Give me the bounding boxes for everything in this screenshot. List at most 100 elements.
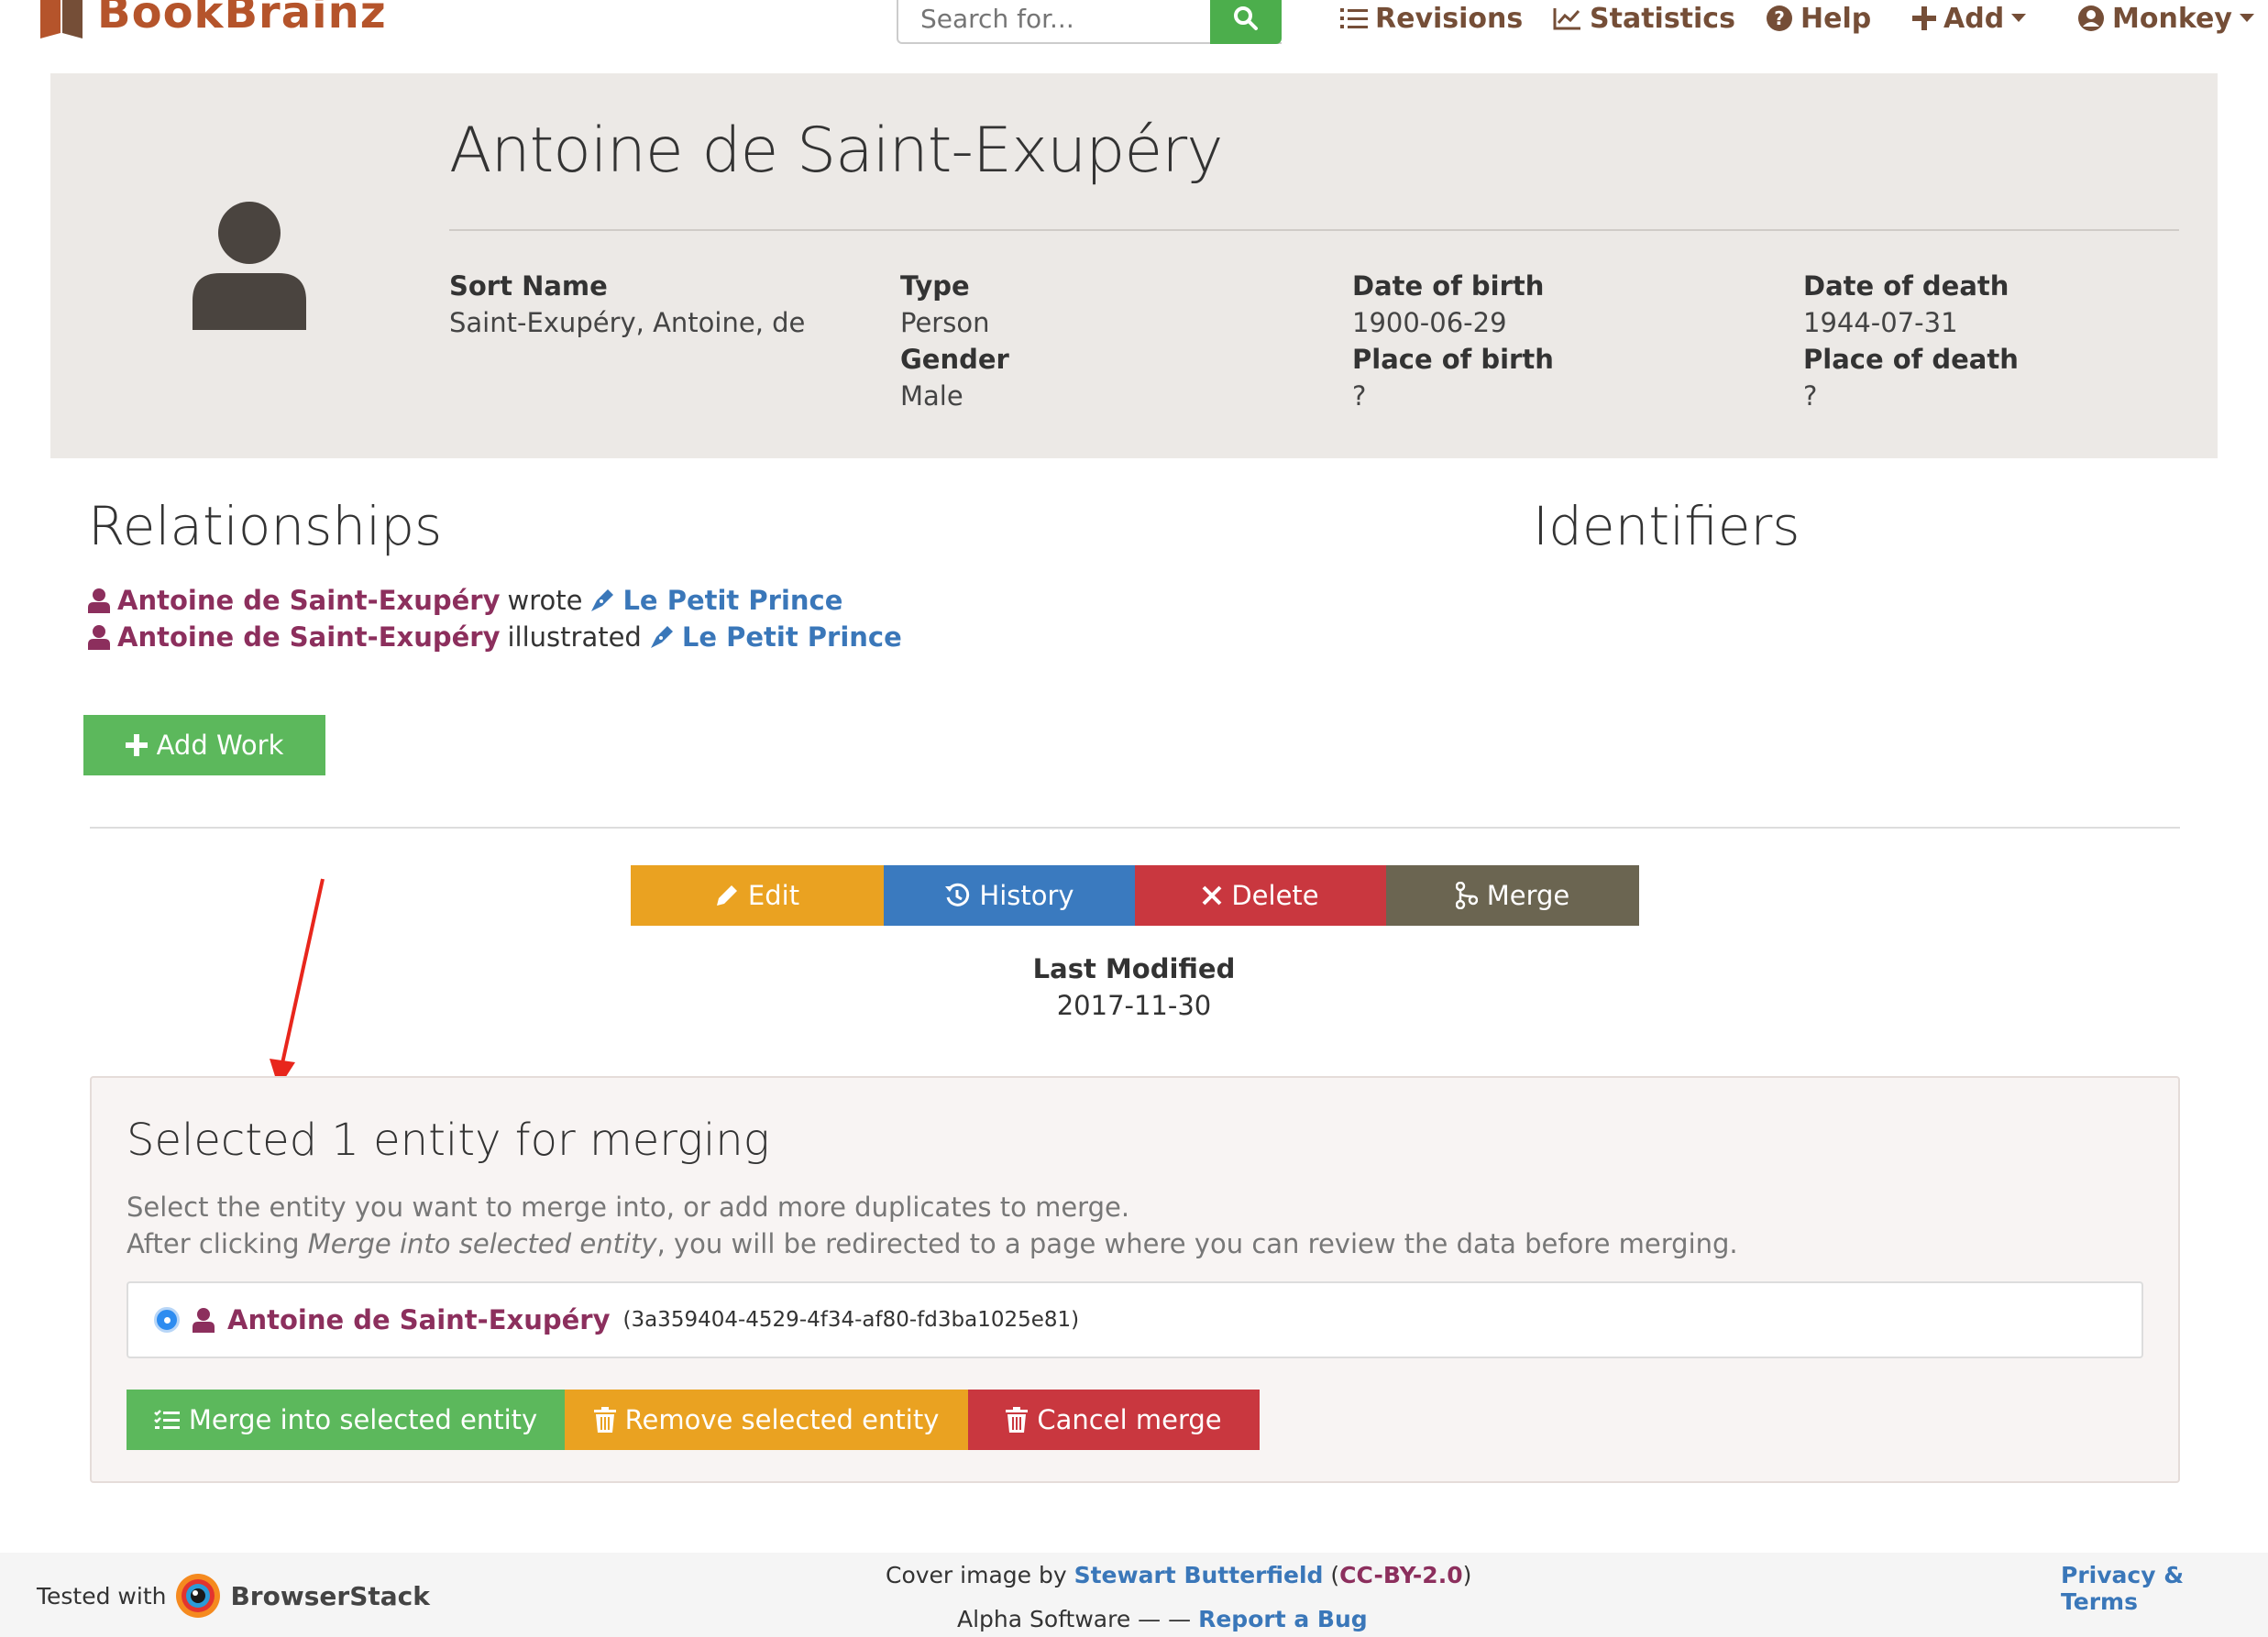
merge-entity-link[interactable]: Antoine de Saint-Exupéry — [227, 1304, 610, 1335]
nav-add-label: Add — [1943, 2, 2005, 35]
pod-value: ? — [1803, 380, 1818, 412]
history-icon — [945, 883, 970, 906]
alpha-text: Alpha Software — — — [957, 1606, 1192, 1632]
search-button[interactable] — [1210, 0, 1282, 44]
merge-description: Select the entity you want to merge into… — [127, 1192, 1130, 1223]
cancel-merge-button[interactable]: Cancel merge — [968, 1390, 1260, 1450]
merge-label: Merge — [1486, 880, 1570, 911]
browserstack-name[interactable]: BrowserStack — [230, 1581, 429, 1611]
relationship-entity-link[interactable]: Antoine de Saint-Exupéry — [117, 585, 500, 616]
delete-button[interactable]: Delete — [1135, 865, 1386, 926]
dod-label: Date of death — [1803, 270, 2009, 302]
edit-label: Edit — [747, 880, 800, 911]
cover-author-link[interactable]: Stewart Butterfield — [1074, 1562, 1324, 1588]
last-modified-value: 2017-11-30 — [1056, 990, 1212, 1021]
relationship-row: Antoine de Saint-Exupéry illustrated Le … — [88, 621, 902, 653]
title-divider — [449, 229, 2179, 231]
caret-down-icon — [2011, 14, 2027, 22]
relationship-work-link[interactable]: Le Petit Prince — [622, 585, 842, 616]
person-avatar-icon — [193, 202, 306, 330]
nav-user[interactable]: Monkey — [2077, 0, 2254, 37]
cover-credit: Cover image by Stewart Butterfield (CC-B… — [886, 1562, 1471, 1588]
caret-down-icon — [2239, 14, 2254, 22]
identifiers-heading: Identifiers — [1533, 495, 1800, 557]
sort-name-value: Saint-Exupéry, Antoine, de — [449, 307, 806, 338]
pob-label: Place of birth — [1352, 344, 1554, 375]
merge-instructions-suffix: , you will be redirected to a page where… — [656, 1228, 1738, 1259]
last-modified-label: Last Modified — [1032, 953, 1236, 984]
dod-value: 1944-07-31 — [1803, 307, 1958, 338]
alpha-line: Alpha Software — — Report a Bug — [957, 1606, 1368, 1632]
cancel-merge-label: Cancel merge — [1037, 1404, 1222, 1435]
relationship-verb: illustrated — [507, 621, 642, 653]
person-icon — [193, 1308, 215, 1333]
page-title: Antoine de Saint-Exupéry — [449, 115, 1223, 187]
cover-license-paren-close: ) — [1462, 1562, 1472, 1588]
plus-icon — [125, 734, 148, 756]
relationship-entity-link[interactable]: Antoine de Saint-Exupéry — [117, 621, 500, 653]
tested-with: Tested with BrowserStack — [37, 1573, 430, 1619]
merge-panel-title: Selected 1 entity for merging — [127, 1115, 770, 1166]
gender-label: Gender — [900, 344, 1009, 375]
trash-icon — [1006, 1407, 1029, 1433]
relationship-work-link[interactable]: Le Petit Prince — [682, 621, 902, 653]
merge-into-selected-button[interactable]: Merge into selected entity — [127, 1390, 565, 1450]
type-label: Type — [900, 270, 970, 302]
pen-nib-icon — [591, 589, 614, 611]
tested-with-label: Tested with — [37, 1582, 167, 1610]
nav-add[interactable]: Add — [1912, 0, 2027, 37]
cover-license-link[interactable]: CC-BY-2.0 — [1339, 1562, 1462, 1588]
section-divider — [90, 827, 2180, 829]
remove-selected-button[interactable]: Remove selected entity — [565, 1390, 968, 1450]
tasks-icon — [153, 1410, 180, 1429]
code-fork-icon — [1455, 882, 1478, 909]
close-icon — [1202, 885, 1222, 906]
question-circle-icon: ? — [1767, 5, 1792, 31]
pod-label: Place of death — [1803, 344, 2019, 375]
dob-value: 1900-06-29 — [1352, 307, 1507, 338]
footer: Tested with BrowserStack Cover image by … — [0, 1553, 2268, 1637]
type-value: Person — [900, 307, 990, 338]
history-button[interactable]: History — [884, 865, 1135, 926]
browserstack-logo-icon[interactable] — [175, 1573, 221, 1619]
nav-statistics-label: Statistics — [1590, 2, 1735, 35]
report-bug-link[interactable]: Report a Bug — [1198, 1606, 1368, 1632]
nav-statistics[interactable]: Statistics — [1553, 0, 1735, 37]
brand-name: BookBrainz — [97, 0, 387, 38]
plus-icon — [1912, 6, 1936, 30]
pob-value: ? — [1352, 380, 1367, 412]
search-icon — [1234, 6, 1258, 30]
privacy-terms-label: Privacy & Terms — [2061, 1562, 2185, 1615]
pencil-icon — [716, 885, 737, 906]
merge-entity-bbid: (3a359404-4529-4f34-af80-fd3ba1025e81) — [622, 1308, 1080, 1332]
merge-target-radio[interactable] — [154, 1307, 180, 1333]
add-work-button[interactable]: Add Work — [83, 715, 325, 775]
pen-nib-icon — [650, 626, 673, 648]
list-icon — [1340, 8, 1368, 28]
edit-button[interactable]: Edit — [631, 865, 884, 926]
line-chart-icon — [1553, 8, 1580, 30]
relationships-heading: Relationships — [88, 495, 443, 557]
cover-prefix: Cover image by — [886, 1562, 1067, 1588]
merge-instructions: After clicking Merge into selected entit… — [127, 1228, 1738, 1259]
person-icon — [88, 588, 110, 613]
merge-instructions-prefix: After clicking — [127, 1228, 308, 1259]
nav-revisions[interactable]: Revisions — [1340, 0, 1523, 37]
svg-text:?: ? — [1774, 7, 1785, 29]
remove-selected-label: Remove selected entity — [624, 1404, 940, 1435]
add-work-label: Add Work — [156, 730, 284, 761]
relationship-verb: wrote — [507, 585, 583, 616]
brand[interactable]: BookBrainz — [37, 0, 387, 38]
merge-instructions-emphasis: Merge into selected entity — [307, 1228, 657, 1259]
merge-panel: Selected 1 entity for merging Select the… — [90, 1076, 2180, 1483]
privacy-terms-link[interactable]: Privacy & Terms — [2061, 1562, 2268, 1615]
cover-license-paren-open: ( — [1330, 1562, 1340, 1588]
delete-label: Delete — [1231, 880, 1319, 911]
merge-button[interactable]: Merge — [1386, 865, 1639, 926]
merge-into-selected-label: Merge into selected entity — [188, 1404, 538, 1435]
nav-help[interactable]: ? Help — [1766, 0, 1871, 37]
annotation-arrow-icon — [270, 878, 325, 1088]
history-label: History — [979, 880, 1074, 911]
dob-label: Date of birth — [1352, 270, 1545, 302]
merge-entity-row[interactable]: Antoine de Saint-Exupéry (3a359404-4529-… — [127, 1281, 2143, 1358]
